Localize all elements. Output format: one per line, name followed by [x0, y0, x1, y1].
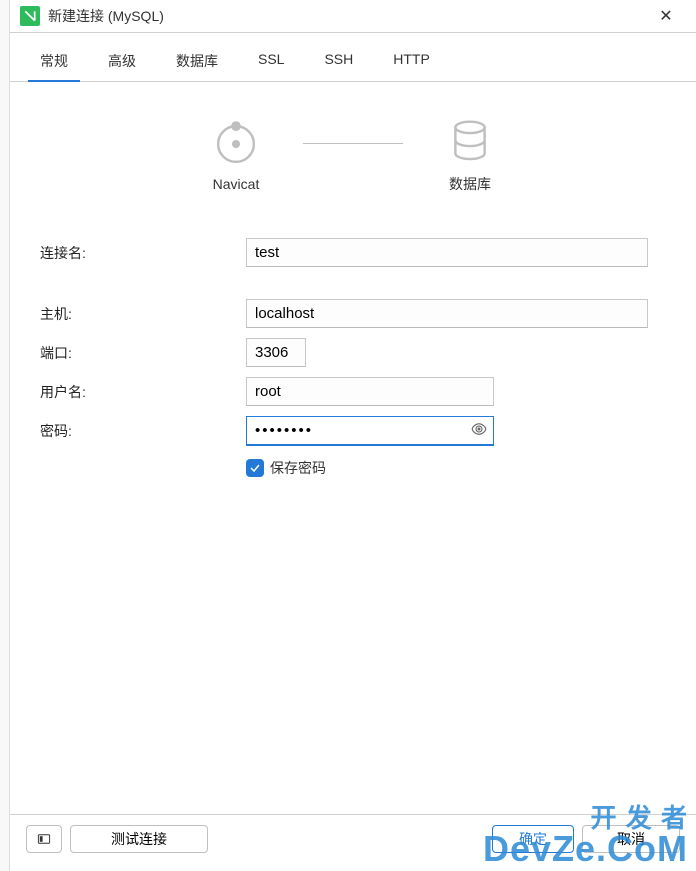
password-label: 密码:: [40, 421, 246, 441]
row-password: 密码:: [40, 416, 660, 446]
connection-line: [303, 143, 403, 144]
window-title: 新建连接 (MySQL): [48, 6, 646, 26]
tab-ssh[interactable]: SSH: [312, 45, 365, 81]
navicat-icon: [210, 118, 262, 170]
row-user: 用户名:: [40, 377, 660, 406]
tab-ssl[interactable]: SSL: [246, 45, 296, 81]
titlebar: 新建连接 (MySQL) ✕: [10, 0, 696, 33]
footer: 测试连接 确定 取消: [10, 814, 696, 863]
user-label: 用户名:: [40, 382, 246, 402]
password-input[interactable]: [247, 417, 465, 444]
navicat-app-icon: [20, 6, 40, 26]
port-input[interactable]: [246, 338, 306, 367]
row-name: 连接名:: [40, 238, 660, 267]
client-label: Navicat: [213, 176, 260, 192]
form: 连接名: 主机: 端口: 用户名: 密码: 保存密码: [10, 218, 696, 478]
host-input[interactable]: [246, 299, 648, 328]
close-button[interactable]: ✕: [646, 6, 686, 26]
tab-database[interactable]: 数据库: [164, 45, 230, 81]
host-label: 主机:: [40, 304, 246, 324]
left-gutter: [0, 0, 10, 871]
test-connection-button[interactable]: 测试连接: [70, 825, 208, 853]
row-port: 端口:: [40, 338, 660, 367]
port-label: 端口:: [40, 343, 246, 363]
ok-button[interactable]: 确定: [492, 825, 574, 853]
save-password-label: 保存密码: [270, 458, 326, 478]
server-label: 数据库: [449, 174, 491, 194]
tab-general[interactable]: 常规: [28, 45, 80, 81]
options-button[interactable]: [26, 825, 62, 853]
save-password-checkbox[interactable]: [246, 459, 264, 477]
connection-diagram: Navicat 数据库: [10, 82, 696, 218]
panel-icon: [37, 832, 51, 846]
password-field-wrap: [246, 416, 494, 446]
row-host: 主机:: [40, 299, 660, 328]
client-node: Navicat: [181, 118, 291, 192]
eye-icon[interactable]: [465, 420, 493, 441]
tab-advanced[interactable]: 高级: [96, 45, 148, 81]
user-input[interactable]: [246, 377, 494, 406]
row-save-password: 保存密码: [246, 458, 660, 478]
name-input[interactable]: [246, 238, 648, 267]
database-icon: [444, 116, 496, 168]
tab-bar: 常规 高级 数据库 SSL SSH HTTP: [10, 33, 696, 82]
cancel-button[interactable]: 取消: [582, 825, 680, 853]
server-node: 数据库: [415, 116, 525, 194]
tab-http[interactable]: HTTP: [381, 45, 442, 81]
name-label: 连接名:: [40, 243, 246, 263]
